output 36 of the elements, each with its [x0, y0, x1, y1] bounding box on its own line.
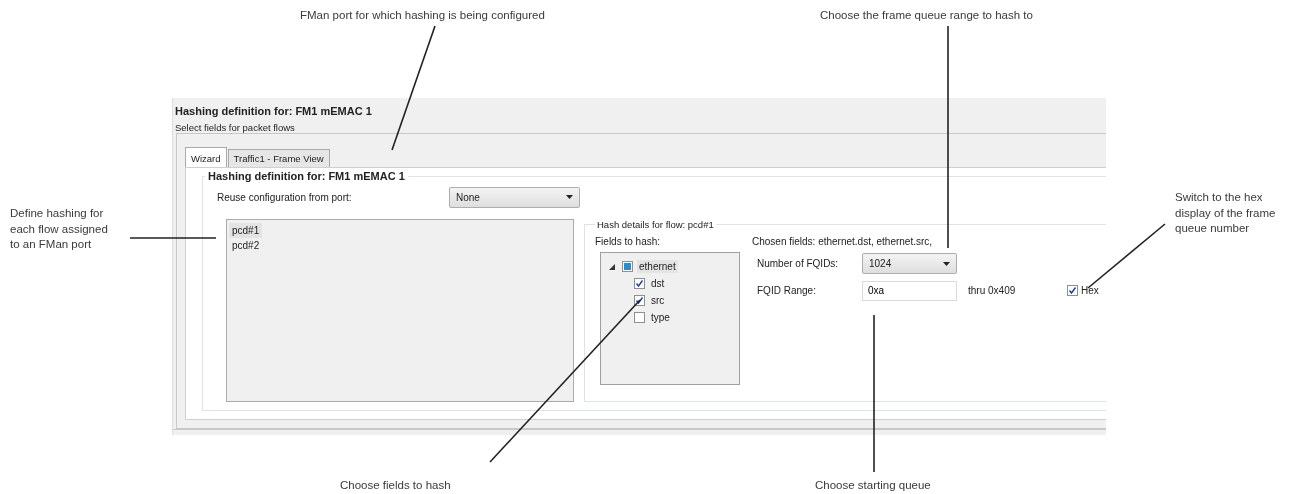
checkbox[interactable] — [634, 278, 645, 289]
window-title: Hashing definition for: FM1 mEMAC 1 — [175, 105, 373, 117]
group-title: Hashing definition for: FM1 mEMAC 1 — [207, 170, 406, 182]
expand-icon[interactable] — [609, 263, 615, 270]
tree-item[interactable]: type — [649, 311, 672, 324]
caret-icon — [566, 195, 573, 199]
chosen-fields-text: Chosen fields: ethernet.dst, ethernet.src, — [752, 236, 934, 247]
fields-label: Fields to hash: — [595, 236, 662, 247]
tab[interactable]: Traffic1 - Frame View — [227, 149, 330, 167]
reuse-label: Reuse configuration from port: — [217, 191, 353, 203]
range-end-text: thru 0x409 — [968, 285, 1017, 296]
tab[interactable]: Wizard — [185, 147, 227, 167]
fqid-range-field[interactable]: 0xa — [862, 280, 957, 301]
checkbox[interactable] — [1067, 285, 1078, 296]
fqid-count-label: Number of FQIDs: — [757, 258, 840, 269]
group-title: Hash details for flow: pcd#1 — [596, 219, 715, 230]
checkbox[interactable] — [634, 295, 645, 306]
hex-label: Hex — [1081, 285, 1099, 296]
callout-text: Switch to the hex display of the frame queue number — [1175, 190, 1276, 237]
fqid-count-dropdown[interactable]: 1024 — [862, 253, 957, 274]
callout-text: Choose fields to hash — [340, 478, 451, 493]
callout-text: FMan port for which hashing is being configured — [300, 8, 545, 23]
fqid-range-label: FQID Range: — [757, 285, 817, 296]
flow-item[interactable]: pcd#1 — [229, 223, 263, 238]
checkbox[interactable] — [634, 312, 645, 323]
callout-text: Choose the frame queue range to hash to — [820, 8, 1033, 23]
tristate-checkbox[interactable] — [622, 261, 633, 272]
port-dropdown[interactable]: None — [449, 186, 580, 208]
callout-text: Define hashing for each flow assigned to an FMan port — [10, 206, 108, 253]
window-subtitle: Select fields for packet flows — [175, 122, 296, 133]
flow-item[interactable]: pcd#2 — [229, 238, 263, 253]
tree-item[interactable]: ethernet — [637, 260, 678, 273]
callout-text: Choose starting queue — [815, 478, 931, 493]
tree-item[interactable]: dst — [649, 277, 667, 290]
tree-item[interactable]: src — [649, 294, 667, 307]
caret-icon — [943, 261, 950, 266]
